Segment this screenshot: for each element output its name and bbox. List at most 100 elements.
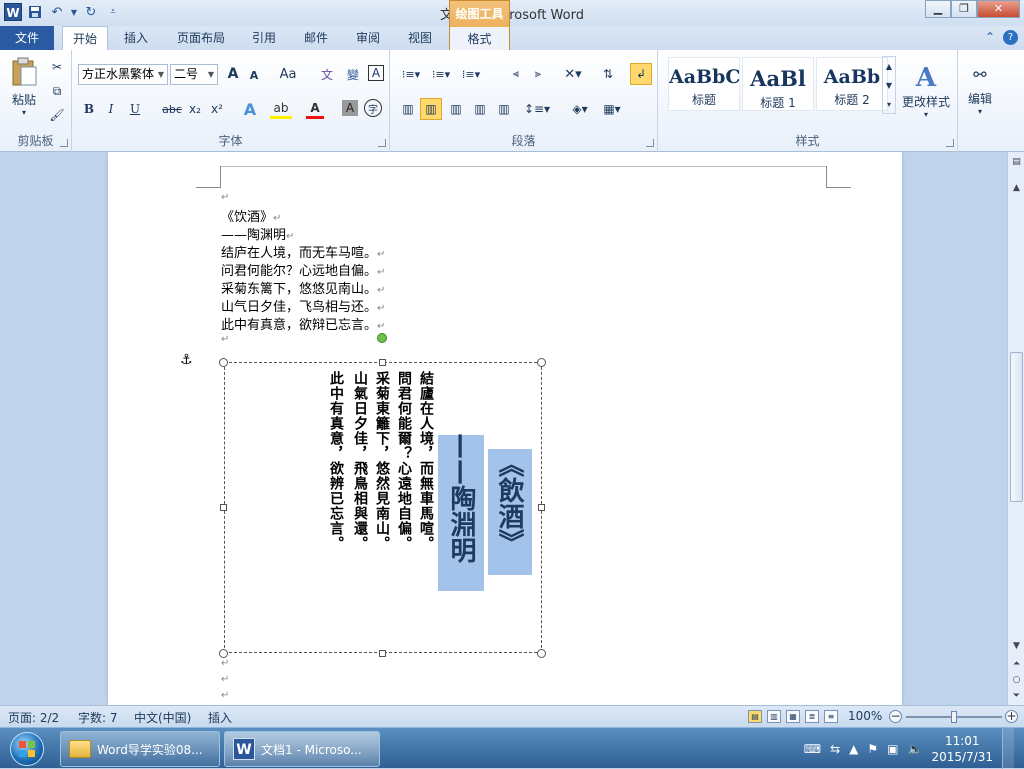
change-case-button[interactable]: Aa [276,65,300,83]
paragraph-launcher-icon[interactable] [646,139,654,147]
resize-handle-s[interactable] [379,650,386,657]
font-launcher-icon[interactable] [378,139,386,147]
maximize-button[interactable]: ❐ [951,0,977,18]
next-page-icon[interactable]: ⏷ [1010,690,1023,703]
doc-line-5[interactable]: 此中有真意，欲辩已忘言。↵ [221,314,385,333]
justify-icon[interactable]: ▥ [470,100,490,118]
strikethrough-button[interactable]: abc [160,100,184,118]
bold-button[interactable]: B [80,100,98,118]
collapse-ribbon-icon[interactable]: ⌃ [985,30,995,45]
resize-handle-e[interactable] [538,504,545,511]
clipboard-launcher-icon[interactable] [60,139,68,147]
action-center-icon[interactable]: ⚑ [867,742,878,756]
language-icon[interactable]: ⇆ [830,742,840,756]
italic-button[interactable]: I [102,100,120,118]
distributed-icon[interactable]: ▥ [494,100,514,118]
multilevel-list-icon[interactable]: ⁞≡▾ [458,65,484,83]
align-left-icon[interactable]: ▥ [398,100,418,118]
tab-format[interactable]: 格式 [450,27,509,51]
tab-mailings[interactable]: 邮件 [298,26,334,50]
style-title[interactable]: AaBbC 标题 [668,57,740,111]
outline-icon[interactable]: ≣ [805,710,819,723]
close-button[interactable]: ✕ [977,0,1020,18]
increase-indent-icon[interactable]: ⫸ [528,65,548,83]
subscript-button[interactable]: x₂ [186,100,204,118]
resize-handle-nw[interactable] [219,358,228,367]
ruler-toggle-icon[interactable]: ▤ [1010,156,1023,169]
reading-view-icon[interactable]: ▥ [767,710,781,723]
font-size-combo[interactable]: 二号 ▼ [170,64,218,85]
tab-review[interactable]: 审阅 [350,26,386,50]
doc-line-4[interactable]: 山气日夕佳，飞鸟相与还。↵ [221,296,385,315]
previous-page-icon[interactable]: ⏶ [1010,658,1023,671]
volume-icon[interactable]: 🔈 [908,742,923,756]
anchor-icon[interactable]: ⚓ [180,352,193,368]
show-marks-icon[interactable]: ↲ [630,63,652,85]
print-layout-icon[interactable]: ▤ [748,710,762,723]
change-styles-button[interactable]: A 更改样式 ▾ [898,56,954,126]
styles-launcher-icon[interactable] [946,139,954,147]
shrink-font-button[interactable]: A [246,67,262,83]
copy-icon[interactable]: ⧉ [48,82,66,100]
char-border-button[interactable]: A [368,65,384,81]
doc-line-title[interactable]: 《饮酒》↵ [221,206,281,225]
styles-scroll-icon[interactable]: ▲ ▼ ▾ [882,56,896,114]
highlight-color-icon[interactable]: ab [270,99,292,119]
asian-layout-icon[interactable]: ✕▾ [560,65,586,83]
superscript-button[interactable]: x² [208,100,226,118]
char-shading-button[interactable]: A [342,100,358,116]
tab-insert[interactable]: 插入 [116,26,156,50]
editing-button[interactable]: ⚯ 编辑 ▾ [964,58,996,122]
style-heading1[interactable]: AaBl 标题 1 [742,57,814,111]
resize-handle-sw[interactable] [219,649,228,658]
align-right-icon[interactable]: ▥ [446,100,466,118]
rotate-handle[interactable] [377,333,387,343]
tab-page-layout[interactable]: 页面布局 [170,26,232,50]
vertical-textbox[interactable]: 《飲酒》 ——陶淵明 結廬在人境，而無車馬喧。 問君何能爾？心遠地自偏。 采菊東… [224,362,542,653]
clear-format-icon[interactable]: 變 [342,65,364,83]
help-icon[interactable]: ? [1003,30,1018,45]
scroll-thumb[interactable] [1010,352,1023,502]
status-page[interactable]: 页面: 2/2 [8,709,59,726]
sort-icon[interactable]: ⇅ [598,65,618,83]
decrease-indent-icon[interactable]: ⫷ [506,65,526,83]
tab-file[interactable]: 文件 [0,26,54,50]
borders-icon[interactable]: ▦▾ [598,100,626,118]
minimize-button[interactable]: ▁ [925,0,951,18]
resize-handle-n[interactable] [379,359,386,366]
taskbar-item-word[interactable]: W 文档1 - Microso... [224,731,380,767]
show-hidden-icons[interactable]: ▲ [849,742,858,756]
resize-handle-w[interactable] [220,504,227,511]
taskbar-item-explorer[interactable]: Word导学实验08... [60,731,220,767]
phonetic-guide-icon[interactable]: 文 [318,65,336,83]
show-desktop-button[interactable] [1002,728,1014,769]
font-color-icon[interactable]: A [306,99,324,119]
enclose-char-button[interactable]: 字 [364,99,382,117]
keyboard-icon[interactable]: ⌨ [804,742,821,756]
status-words[interactable]: 字数: 7 [78,709,118,726]
numbering-icon[interactable]: ⁝≡▾ [428,65,454,83]
paste-button[interactable]: 粘贴 ▾ [6,56,42,118]
bullets-icon[interactable]: ⁝≡▾ [398,65,424,83]
resize-handle-se[interactable] [537,649,546,658]
resize-handle-ne[interactable] [537,358,546,367]
zoom-out-icon[interactable]: − [889,710,902,723]
tab-references[interactable]: 引用 [246,26,282,50]
doc-line-3[interactable]: 采菊东篱下，悠悠见南山。↵ [221,278,385,297]
doc-line-2[interactable]: 问君何能尔？心远地自偏。↵ [221,260,385,279]
grow-font-button[interactable]: A [224,65,242,83]
browse-object-icon[interactable]: ○ [1010,674,1023,687]
zoom-in-icon[interactable]: + [1005,710,1018,723]
underline-button[interactable]: U [126,100,144,118]
doc-line-author[interactable]: ——陶渊明↵ [221,224,294,243]
scroll-down-icon[interactable]: ▼ [1010,640,1023,653]
zoom-level[interactable]: 100% [848,709,882,723]
status-mode[interactable]: 插入 [208,709,232,726]
scroll-up-icon[interactable]: ▲ [1010,182,1023,195]
tab-view[interactable]: 视图 [402,26,438,50]
align-center-icon[interactable]: ▥ [420,98,442,120]
status-language[interactable]: 中文(中国) [134,709,191,726]
draft-icon[interactable]: ≡ [824,710,838,723]
line-spacing-icon[interactable]: ↕≡▾ [524,100,550,118]
zoom-slider-thumb[interactable] [951,711,957,723]
